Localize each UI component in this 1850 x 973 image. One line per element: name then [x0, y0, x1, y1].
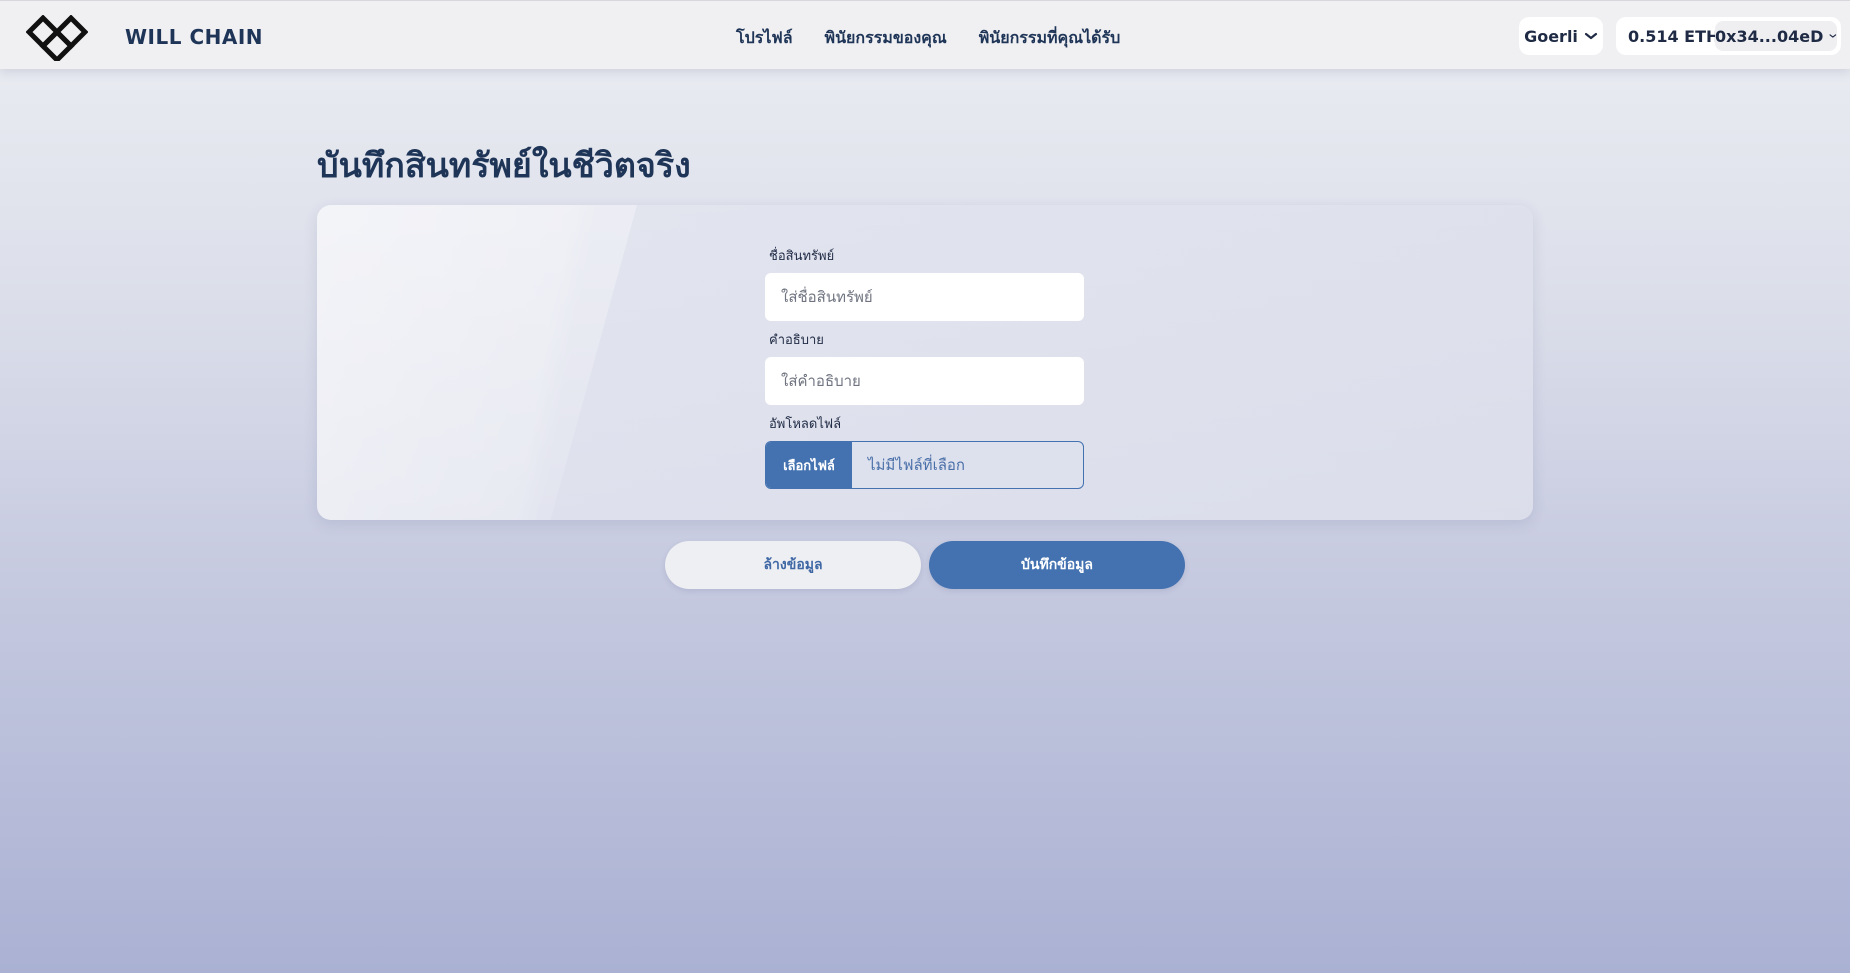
account-address: 0x34...04eD — [1715, 26, 1824, 46]
wallet-widget: 0.514 ETH 0x34...04eD — [1616, 17, 1841, 55]
account-selector[interactable]: 0x34...04eD — [1715, 21, 1837, 51]
choose-file-button[interactable]: เลือกไฟล์ — [766, 442, 852, 488]
nav-profile[interactable]: โปรไฟล์ — [736, 26, 793, 51]
card-decoration — [317, 205, 637, 520]
chevron-down-icon — [1584, 32, 1598, 40]
top-navbar: WILL CHAIN โปรไฟล์ พินัยกรรมของคุณ พินัย… — [0, 0, 1850, 69]
save-button[interactable]: บันทึกข้อมูล — [929, 541, 1185, 589]
upload-label: อัพโหลดไฟล์ — [769, 417, 842, 432]
wallet-balance: 0.514 ETH — [1628, 27, 1720, 46]
brand-name[interactable]: WILL CHAIN — [125, 25, 263, 49]
asset-name-label: ชื่อสินทรัพย์ — [769, 249, 835, 264]
page-title: บันทึกสินทรัพย์ในชีวิตจริง — [317, 146, 691, 186]
asset-name-input[interactable] — [765, 273, 1084, 321]
chevron-down-icon — [1829, 34, 1837, 38]
description-label: คำอธิบาย — [769, 333, 824, 348]
file-upload-input[interactable]: เลือกไฟล์ ไม่มีไฟล์ที่เลือก — [765, 441, 1084, 489]
nav-received-wills[interactable]: พินัยกรรมที่คุณได้รับ — [979, 26, 1121, 51]
network-name: Goerli — [1524, 26, 1578, 46]
asset-form-card: ชื่อสินทรัพย์ คำอธิบาย อัพโหลดไฟล์ เลือก… — [317, 205, 1533, 520]
nav-my-wills[interactable]: พินัยกรรมของคุณ — [825, 26, 947, 51]
description-input[interactable] — [765, 357, 1084, 405]
network-selector[interactable]: Goerli — [1519, 17, 1603, 55]
main-nav: โปรไฟล์ พินัยกรรมของคุณ พินัยกรรมที่คุณไ… — [736, 26, 1120, 51]
will-chain-logo[interactable] — [26, 15, 88, 61]
clear-button[interactable]: ล้างข้อมูล — [665, 541, 921, 589]
file-status-text: ไม่มีไฟล์ที่เลือก — [868, 456, 965, 474]
